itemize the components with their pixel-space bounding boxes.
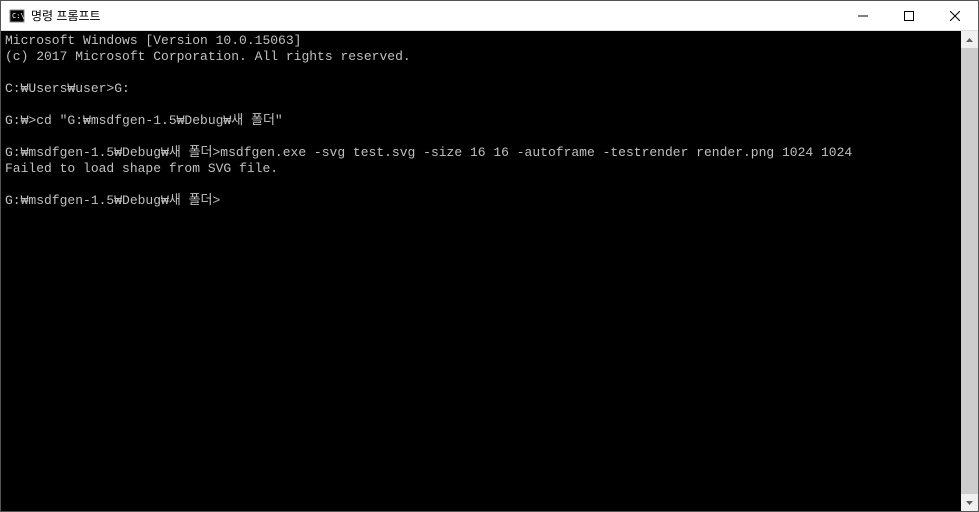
terminal-line: C:₩Users₩user>G: — [5, 81, 957, 97]
scroll-up-arrow[interactable] — [961, 31, 978, 48]
terminal-line: G:₩msdfgen-1.5₩Debug₩새 폴더> — [5, 193, 957, 209]
svg-text:C:\: C:\ — [12, 12, 25, 20]
terminal-output[interactable]: Microsoft Windows [Version 10.0.15063](c… — [1, 31, 961, 511]
scroll-thumb[interactable] — [961, 48, 978, 494]
terminal-line: G:₩msdfgen-1.5₩Debug₩새 폴더>msdfgen.exe -s… — [5, 145, 957, 161]
terminal-line: Failed to load shape from SVG file. — [5, 161, 957, 177]
maximize-button[interactable] — [886, 1, 932, 30]
terminal-line — [5, 177, 957, 193]
terminal-area: Microsoft Windows [Version 10.0.15063](c… — [1, 31, 978, 511]
window-controls — [840, 1, 978, 30]
titlebar[interactable]: C:\ 명령 프롬프트 — [1, 1, 978, 31]
terminal-line: (c) 2017 Microsoft Corporation. All righ… — [5, 49, 957, 65]
scroll-track[interactable] — [961, 48, 978, 494]
scroll-down-arrow[interactable] — [961, 494, 978, 511]
terminal-line: Microsoft Windows [Version 10.0.15063] — [5, 33, 957, 49]
cmd-icon: C:\ — [9, 8, 25, 24]
terminal-line — [5, 129, 957, 145]
vertical-scrollbar[interactable] — [961, 31, 978, 511]
command-prompt-window: C:\ 명령 프롬프트 Microsoft Windows [Version 1… — [0, 0, 979, 512]
window-title: 명령 프롬프트 — [31, 7, 840, 24]
terminal-line — [5, 97, 957, 113]
terminal-line — [5, 65, 957, 81]
close-button[interactable] — [932, 1, 978, 30]
terminal-line: G:₩>cd "G:₩msdfgen-1.5₩Debug₩새 폴더" — [5, 113, 957, 129]
minimize-button[interactable] — [840, 1, 886, 30]
